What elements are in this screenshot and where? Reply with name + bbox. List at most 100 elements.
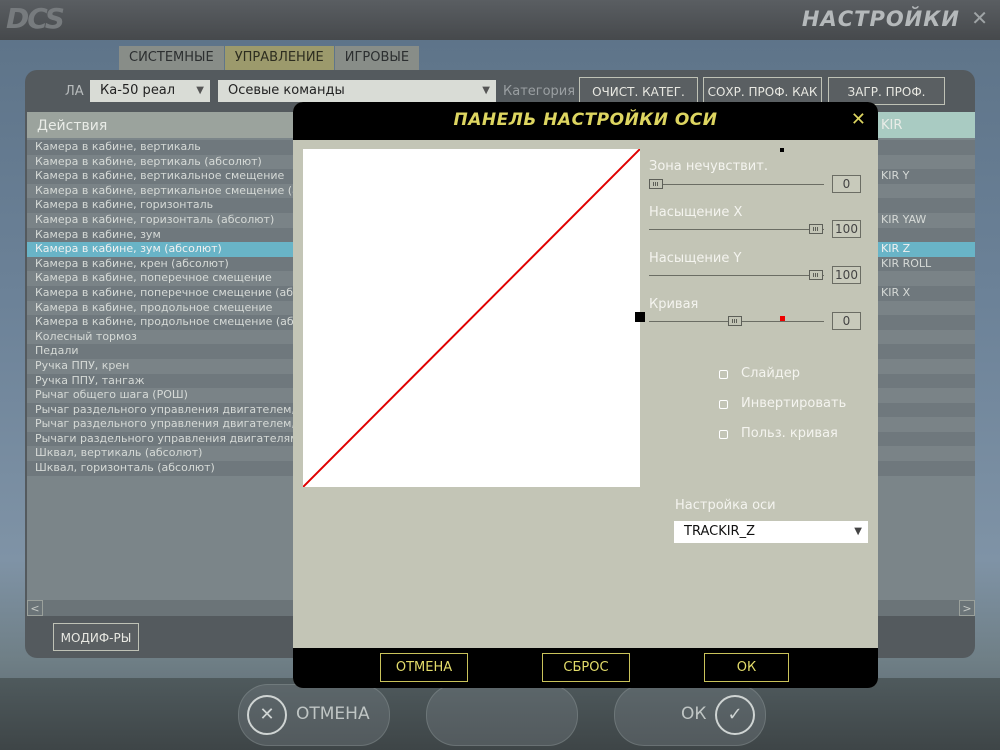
saturation-x-value[interactable]: 100	[832, 220, 861, 238]
dialog-reset-button[interactable]: СБРОС	[542, 653, 630, 682]
deadzone-slider-thumb[interactable]	[649, 179, 663, 189]
action-row[interactable]: Камера в кабине, вертикаль (абсолют)	[27, 154, 297, 170]
action-row[interactable]: Ручка ППУ, тангаж	[27, 373, 297, 389]
slider-checkbox-label[interactable]: Слайдер	[741, 366, 800, 381]
aircraft-dropdown[interactable]: Ка-50 реал ▼	[90, 80, 210, 102]
action-row[interactable]: Шквал, горизонталь (абсолют)	[27, 461, 297, 476]
action-row[interactable]: Камера в кабине, продольное смещение	[27, 300, 297, 316]
action-row[interactable]: Рычаг раздельного управления двигателем,…	[27, 402, 297, 418]
action-row[interactable]: Камера в кабине, вертикаль	[27, 140, 297, 155]
binding-cell[interactable]	[877, 373, 975, 389]
binding-cell[interactable]	[877, 402, 975, 418]
deadzone-label: Зона нечувствит.	[649, 159, 768, 174]
dialog-header: ПАНЕЛЬ НАСТРОЙКИ ОСИ ✕	[293, 102, 878, 140]
close-icon[interactable]: ✕	[971, 6, 988, 30]
saturation-y-label: Насыщение Y	[649, 251, 742, 266]
ok-button[interactable]: ОК ✓	[614, 684, 766, 746]
tab-system[interactable]: СИСТЕМНЫЕ	[119, 46, 224, 70]
input-position-marker	[635, 312, 645, 322]
binding-cell[interactable]	[877, 227, 975, 243]
binding-cell[interactable]	[877, 461, 975, 476]
curve-value[interactable]: 0	[832, 312, 861, 330]
action-row[interactable]: Камера в кабине, вертикальное смещение	[27, 169, 297, 184]
scroll-left-icon[interactable]: <	[27, 600, 43, 616]
cancel-button[interactable]: ✕ ОТМЕНА	[238, 684, 390, 746]
axis-select-dropdown[interactable]: TRACKIR_Z ▼	[674, 521, 868, 543]
saturation-x-slider-track[interactable]	[649, 229, 824, 230]
modifiers-button[interactable]: МОДИФ-РЫ	[53, 623, 139, 651]
binding-cell[interactable]	[877, 344, 975, 359]
invert-checkbox[interactable]	[719, 400, 728, 409]
curve-slider-thumb[interactable]	[728, 316, 742, 326]
dialog-ok-button[interactable]: ОК	[704, 653, 789, 682]
saturation-y-value[interactable]: 100	[832, 266, 861, 284]
binding-cell[interactable]: KIR Y	[877, 169, 975, 184]
binding-cell[interactable]	[877, 329, 975, 345]
chevron-down-icon: ▼	[482, 85, 490, 96]
binding-cell[interactable]	[877, 183, 975, 199]
device-column-header[interactable]: KIR	[877, 112, 975, 138]
action-row[interactable]: Камера в кабине, поперечное смещение (аб…	[27, 285, 297, 301]
action-row[interactable]: Колесный тормоз	[27, 329, 297, 345]
binding-cell[interactable]	[877, 140, 975, 155]
user-curve-checkbox-label[interactable]: Польз. кривая	[741, 426, 838, 441]
clear-category-button[interactable]: ОЧИСТ. КАТЕГ.	[579, 77, 698, 105]
tab-controls[interactable]: УПРАВЛЕНИЕ	[224, 46, 334, 70]
category-label: Категория	[503, 84, 576, 99]
tab-gameplay[interactable]: ИГРОВЫЕ	[334, 46, 420, 70]
close-circle-icon: ✕	[247, 695, 287, 735]
action-row[interactable]: Камера в кабине, крен (абсолют)	[27, 256, 297, 272]
saturation-x-slider-thumb[interactable]	[809, 224, 823, 234]
save-profile-as-button[interactable]: СОХР. ПРОФ. КАК	[703, 77, 822, 105]
binding-cell[interactable]	[877, 431, 975, 447]
binding-cell[interactable]	[877, 388, 975, 403]
binding-cell[interactable]	[877, 446, 975, 462]
empty-button[interactable]	[426, 684, 578, 746]
action-row[interactable]: Камера в кабине, горизонталь	[27, 198, 297, 213]
user-curve-checkbox[interactable]	[719, 430, 728, 439]
action-row[interactable]: Камера в кабине, зум	[27, 227, 297, 243]
binding-cell[interactable]: KIR Z	[877, 242, 975, 257]
aircraft-value: Ка-50 реал	[100, 83, 176, 98]
invert-checkbox-label[interactable]: Инвертировать	[741, 396, 846, 411]
binding-cell[interactable]	[877, 358, 975, 374]
binding-cell[interactable]: KIR YAW	[877, 212, 975, 228]
binding-cell[interactable]	[877, 417, 975, 432]
binding-cell[interactable]	[877, 198, 975, 213]
binding-cell[interactable]: KIR X	[877, 285, 975, 301]
action-row[interactable]: Педали	[27, 344, 297, 359]
deadzone-value[interactable]: 0	[832, 175, 861, 193]
dialog-cancel-button[interactable]: ОТМЕНА	[380, 653, 468, 682]
axis-setting-label: Настройка оси	[675, 498, 776, 513]
chevron-down-icon: ▼	[854, 526, 862, 537]
axis-tune-dialog: ПАНЕЛЬ НАСТРОЙКИ ОСИ ✕ Зона нечувствит. …	[293, 102, 878, 688]
binding-cell[interactable]	[877, 154, 975, 170]
action-row[interactable]: Камера в кабине, горизонталь (абсолют)	[27, 212, 297, 228]
close-icon[interactable]: ✕	[851, 109, 866, 130]
binding-cell[interactable]	[877, 315, 975, 330]
action-row[interactable]: Камера в кабине, вертикальное смещение (…	[27, 183, 297, 199]
action-row[interactable]: Рычаги раздельного управления двигателям…	[27, 431, 297, 447]
saturation-y-slider-thumb[interactable]	[809, 270, 823, 280]
action-row[interactable]: Камера в кабине, зум (абсолют)	[27, 242, 297, 257]
action-row[interactable]: Камера в кабине, продольное смещение (аб…	[27, 315, 297, 330]
action-row[interactable]: Рычаг раздельного управления двигателем,…	[27, 417, 297, 432]
bindings-list: KIR Y KIR YAW KIR Z KIR ROLL KIR X	[877, 140, 975, 476]
load-profile-button[interactable]: ЗАГР. ПРОФ.	[828, 77, 945, 105]
aircraft-label: ЛА	[65, 84, 84, 99]
action-row[interactable]: Камера в кабине, поперечное смещение	[27, 271, 297, 286]
command-type-dropdown[interactable]: Осевые команды ▼	[218, 80, 496, 102]
action-row[interactable]: Рычаг общего шага (РОШ)	[27, 388, 297, 403]
ok-label: ОК	[681, 704, 707, 724]
slider-checkbox[interactable]	[719, 370, 728, 379]
binding-cell[interactable]	[877, 271, 975, 286]
action-row[interactable]: Ручка ППУ, крен	[27, 358, 297, 374]
binding-cell[interactable]	[877, 300, 975, 316]
deadzone-slider-track[interactable]	[649, 184, 824, 185]
action-row[interactable]: Шквал, вертикаль (абсолют)	[27, 446, 297, 462]
actions-column-header[interactable]: Действия	[27, 112, 297, 138]
binding-cell[interactable]: KIR ROLL	[877, 256, 975, 272]
scroll-right-icon[interactable]: >	[959, 600, 975, 616]
saturation-y-slider-track[interactable]	[649, 275, 824, 276]
dialog-title: ПАНЕЛЬ НАСТРОЙКИ ОСИ	[453, 110, 718, 130]
